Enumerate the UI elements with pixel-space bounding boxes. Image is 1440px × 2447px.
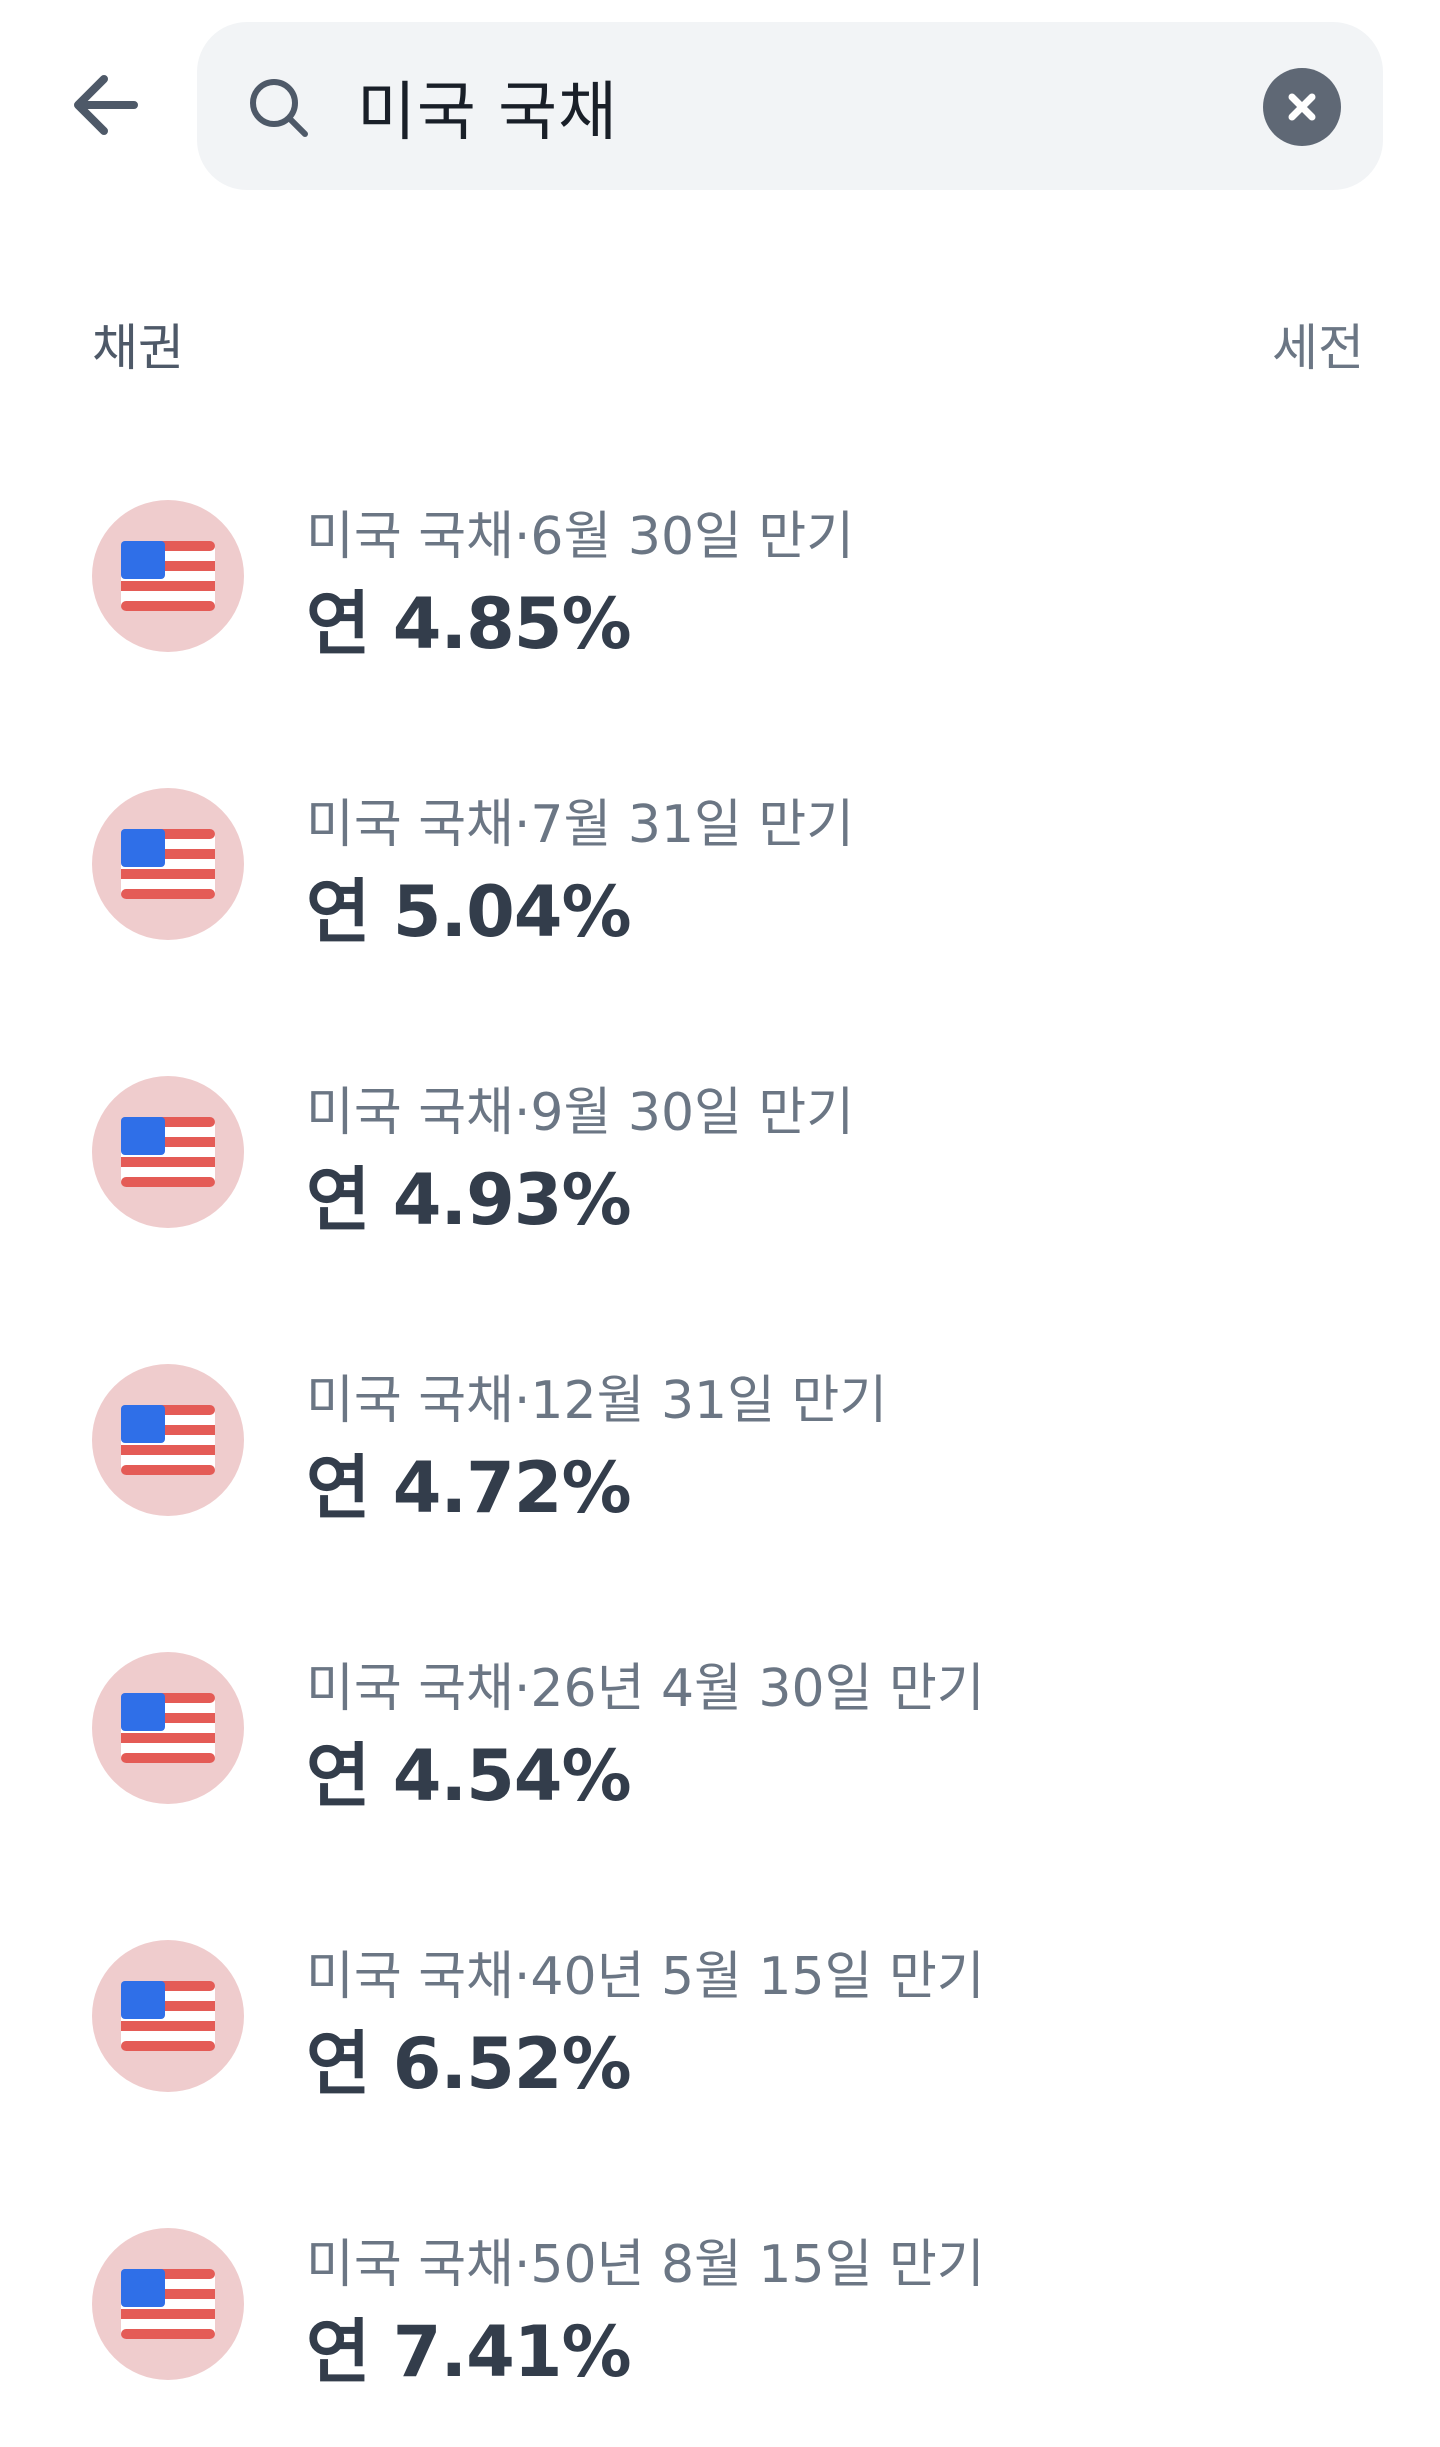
bond-name: 미국 국채·9월 30일 만기: [306, 1083, 855, 1143]
us-flag-icon: [121, 1981, 215, 2051]
flag-avatar: [92, 1940, 244, 2092]
bond-list-item[interactable]: 미국 국채·12월 31일 만기 연 4.72%: [0, 1314, 1440, 1602]
us-flag-icon: [121, 1405, 215, 1475]
flag-avatar: [92, 1364, 244, 1516]
us-flag-icon: [121, 829, 215, 899]
flag-avatar: [92, 788, 244, 940]
flag-avatar: [92, 1652, 244, 1804]
bond-list-item[interactable]: 미국 국채·40년 5월 15일 만기 연 6.52%: [0, 1890, 1440, 2178]
bond-rate: 연 6.52%: [306, 2023, 632, 2105]
search-bar[interactable]: [197, 22, 1383, 190]
bond-name: 미국 국채·26년 4월 30일 만기: [306, 1659, 985, 1719]
bond-name: 미국 국채·7월 31일 만기: [306, 795, 855, 855]
bond-list-item[interactable]: 미국 국채·50년 8월 15일 만기 연 7.41%: [0, 2178, 1440, 2447]
search-header: [0, 0, 1440, 200]
us-flag-icon: [121, 541, 215, 611]
flag-avatar: [92, 2228, 244, 2380]
us-flag-icon: [121, 2269, 215, 2339]
bond-list: 미국 국채·6월 30일 만기 연 4.85% 미국 국채·7월 31일 만기 …: [0, 450, 1440, 2447]
us-flag-icon: [121, 1117, 215, 1187]
us-flag-icon: [121, 1693, 215, 1763]
section-title: 채권: [92, 319, 184, 377]
close-icon: [1288, 93, 1316, 121]
bond-list-item[interactable]: 미국 국채·6월 30일 만기 연 4.85%: [0, 450, 1440, 738]
bond-name: 미국 국채·6월 30일 만기: [306, 507, 855, 567]
search-icon: [250, 79, 308, 137]
back-button[interactable]: [56, 55, 156, 155]
bond-name: 미국 국채·12월 31일 만기: [306, 1371, 888, 1431]
bond-rate: 연 4.93%: [306, 1159, 632, 1241]
arrow-left-icon: [74, 75, 138, 135]
bond-rate: 연 5.04%: [306, 871, 632, 953]
search-results-page: 채권 세전 미국 국채·6월 30일 만기 연 4.85%: [0, 0, 1440, 2447]
bond-name: 미국 국채·40년 5월 15일 만기: [306, 1947, 985, 2007]
bond-rate: 연 7.41%: [306, 2311, 632, 2393]
bond-rate: 연 4.72%: [306, 1447, 632, 1529]
flag-avatar: [92, 500, 244, 652]
search-input[interactable]: [357, 62, 1157, 152]
bond-name: 미국 국채·50년 8월 15일 만기: [306, 2235, 985, 2295]
bond-list-item[interactable]: 미국 국채·26년 4월 30일 만기 연 4.54%: [0, 1602, 1440, 1890]
bond-list-item[interactable]: 미국 국채·7월 31일 만기 연 5.04%: [0, 738, 1440, 1026]
bond-list-item[interactable]: 미국 국채·9월 30일 만기 연 4.93%: [0, 1026, 1440, 1314]
section-header: 채권 세전: [0, 290, 1440, 380]
clear-search-button[interactable]: [1263, 68, 1341, 146]
bond-rate: 연 4.85%: [306, 583, 632, 665]
flag-avatar: [92, 1076, 244, 1228]
pretax-toggle[interactable]: 세전: [1272, 308, 1364, 380]
bond-rate: 연 4.54%: [306, 1735, 632, 1817]
